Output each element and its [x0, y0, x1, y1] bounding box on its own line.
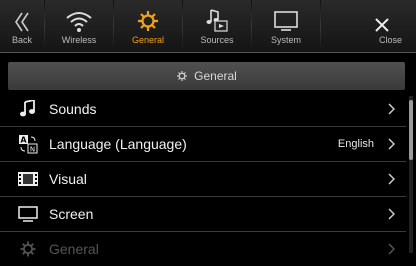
chevron-right-icon: [388, 243, 396, 255]
close-icon: [321, 0, 416, 33]
list-item-value: English: [337, 138, 374, 150]
tab-system-label: System: [270, 35, 301, 45]
tab-wireless-label: Wireless: [61, 35, 97, 45]
top-nav-bar: Back Wireless General Sources System Clo…: [0, 0, 416, 53]
list-item-general[interactable]: General: [0, 232, 406, 266]
svg-text:N: N: [30, 146, 35, 154]
list-item-label: Language (Language): [49, 136, 187, 152]
tab-close[interactable]: Close: [321, 0, 416, 52]
tab-close-label: Close: [378, 35, 402, 45]
list-item-label: Visual: [49, 171, 87, 187]
chevron-right-icon: [388, 173, 396, 185]
gear-icon: [136, 0, 160, 33]
list-item-language[interactable]: A N Language (Language) English: [0, 127, 406, 162]
list-item-label: Screen: [49, 206, 94, 222]
chevron-right-icon: [388, 103, 396, 115]
monitor-icon: [272, 0, 300, 33]
tab-general-label: General: [131, 35, 165, 45]
film-icon: [18, 169, 38, 189]
music-source-icon: [204, 0, 230, 33]
section-title: General: [194, 69, 237, 83]
tab-back[interactable]: Back: [0, 0, 44, 52]
double-chevron-left-icon: [13, 0, 31, 33]
list-item-screen[interactable]: Screen: [0, 197, 406, 232]
tab-sources[interactable]: Sources: [183, 0, 251, 52]
list-item-sounds[interactable]: Sounds: [0, 92, 406, 127]
gear-icon: [177, 71, 188, 81]
scrollbar-thumb[interactable]: [409, 100, 413, 160]
list-item-label: Sounds: [49, 101, 97, 117]
list-item-label: General: [49, 241, 99, 257]
section-header: General: [8, 62, 405, 90]
chevron-right-icon: [388, 138, 396, 150]
tab-general[interactable]: General: [114, 0, 182, 52]
tab-back-label: Back: [11, 35, 32, 45]
language-icon: A N: [18, 134, 38, 154]
tab-sources-label: Sources: [200, 35, 234, 45]
tab-system[interactable]: System: [252, 0, 320, 52]
screen-icon: [18, 204, 38, 224]
music-note-icon: [18, 99, 38, 119]
gear-icon: [18, 239, 38, 259]
chevron-right-icon: [388, 208, 396, 220]
tab-wireless[interactable]: Wireless: [45, 0, 113, 52]
svg-text:A: A: [20, 136, 27, 145]
list-item-visual[interactable]: Visual: [0, 162, 406, 197]
wifi-icon: [65, 0, 93, 33]
